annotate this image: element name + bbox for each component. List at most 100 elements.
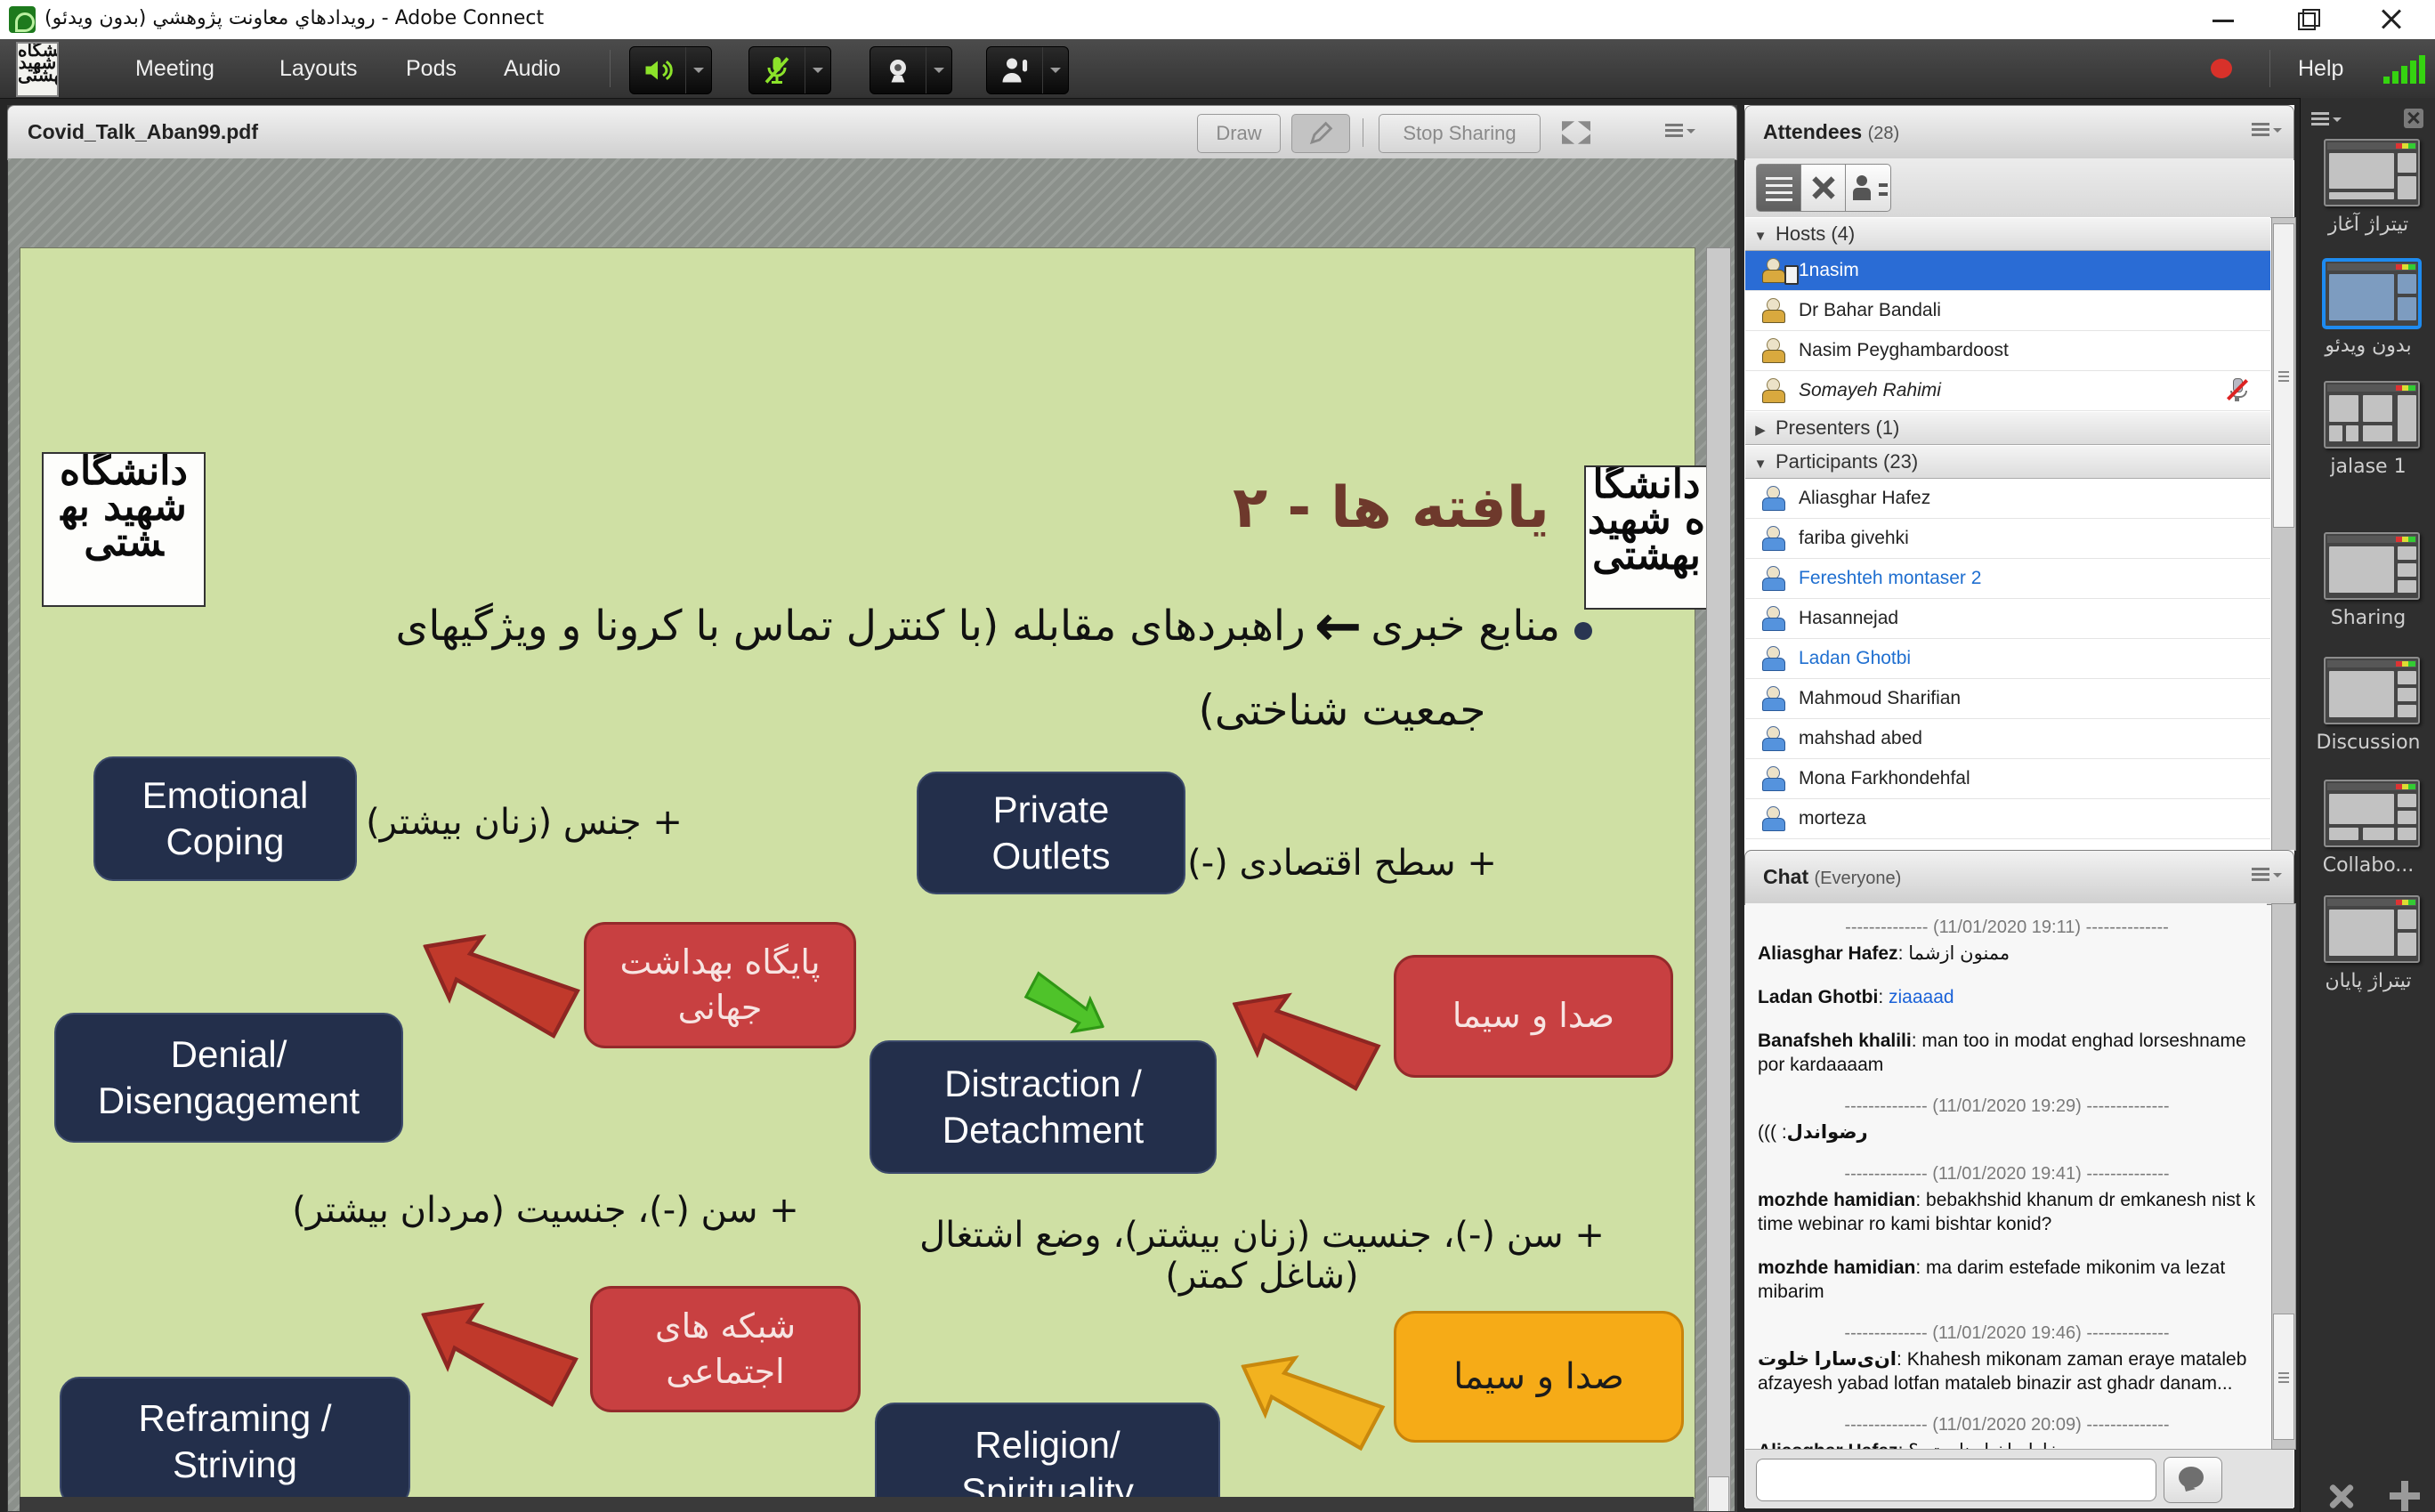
attendee-name: Hasannejad — [1799, 608, 1899, 628]
thumbnail-traffic-dots — [2396, 661, 2415, 667]
section-label: Participants (23) — [1776, 450, 1919, 473]
attendee-row[interactable]: fariba givehki — [1745, 519, 2270, 559]
thumbnail-box — [2398, 297, 2416, 320]
layout-thumbnail[interactable] — [2324, 780, 2420, 847]
attendee-row[interactable]: Fereshteh montaser 2 — [1745, 559, 2270, 599]
attendee-name: 1nasim — [1799, 260, 1859, 280]
section-collapse-icon: ▼ — [1753, 457, 1768, 472]
chat-input[interactable] — [1756, 1459, 2156, 1501]
raise-hand-icon[interactable] — [987, 47, 1042, 93]
thumbnail-box — [2362, 395, 2392, 422]
chat-pod-menu-icon[interactable] — [2252, 866, 2282, 887]
thumbnail-box — [2398, 688, 2416, 701]
share-scrollbar[interactable] — [1706, 247, 1731, 1511]
add-layout-icon[interactable] — [2387, 1477, 2423, 1512]
speaker-dropdown[interactable] — [685, 47, 711, 93]
thumbnail-box — [2329, 425, 2342, 441]
connection-signal-icon[interactable] — [2383, 55, 2428, 84]
attendee-row[interactable]: morteza — [1745, 799, 2270, 839]
thumbnail-box — [2398, 546, 2416, 560]
close-button[interactable] — [2367, 5, 2414, 34]
thumbnail-traffic-dots — [2396, 900, 2415, 905]
attendee-name: Aliasghar Hafez — [1799, 488, 1931, 508]
menu-help[interactable]: Help — [2289, 39, 2352, 98]
fullscreen-icon[interactable] — [1558, 118, 1594, 147]
attendees-pod-menu-icon[interactable] — [2252, 121, 2282, 142]
raise-hand-button[interactable] — [986, 46, 1069, 94]
attendee-section-header[interactable]: ▼ Participants (23) — [1745, 445, 2270, 479]
chat-scrollbar[interactable] — [2271, 903, 2296, 1450]
status-view-button[interactable] — [1845, 164, 1891, 212]
attendee-row[interactable]: mahshad abed — [1745, 719, 2270, 759]
chat-message: ((( :رضواندل — [1758, 1122, 1868, 1143]
raise-hand-dropdown[interactable] — [1042, 47, 1068, 93]
chat-scrollbar-thumb[interactable] — [2273, 1314, 2294, 1440]
chat-scope: (Everyone) — [1814, 869, 1902, 888]
box-seda-sima-red: صدا و سیما — [1394, 955, 1673, 1078]
attendee-name: Dr Bahar Bandali — [1799, 300, 1941, 320]
chat-message: ان‌ی‌سارا خلوت: Khahesh mikonam zaman er… — [1758, 1349, 2247, 1394]
share-pod-body: دانشگاه شهید بهشتی دانشگاه شهید بهشتی یا… — [8, 158, 1735, 1511]
pen-tool-button[interactable] — [1291, 114, 1350, 153]
menu-pods[interactable]: Pods — [393, 39, 469, 98]
microphone-muted-button[interactable] — [748, 46, 831, 94]
webcam-icon[interactable] — [870, 47, 926, 93]
recording-indicator[interactable] — [2211, 59, 2232, 78]
section-collapse-icon: ▼ — [1753, 229, 1768, 244]
breakout-view-button[interactable] — [1800, 164, 1847, 212]
layouts-menu-icon[interactable] — [2311, 110, 2342, 132]
layout-thumbnail[interactable] — [2324, 139, 2420, 206]
webcam-dropdown[interactable] — [926, 47, 951, 93]
layouts-sidebar: تیتراژ آغاز بدون ویدئو jalase 1 Sharing Disc… — [2300, 98, 2435, 1512]
attendee-row[interactable]: Dr Bahar Bandali — [1745, 291, 2270, 331]
stop-sharing-button[interactable]: Stop Sharing — [1379, 114, 1541, 153]
box-social-networks: شبکه های اجتماعی — [590, 1286, 861, 1412]
layout-thumbnail[interactable] — [2324, 260, 2420, 327]
attendee-section-header[interactable]: ▶ Presenters (1) — [1745, 411, 2270, 445]
attendee-row[interactable]: Mona Farkhondehfal — [1745, 759, 2270, 799]
thumbnail-traffic-dots — [2396, 264, 2415, 270]
thumbnail-box — [2329, 274, 2394, 320]
layout-label: Sharing — [2330, 607, 2407, 629]
layout-thumbnail[interactable] — [2324, 657, 2420, 724]
restore-button[interactable] — [2284, 5, 2330, 34]
attendee-row[interactable]: Hasannejad — [1745, 599, 2270, 639]
thumbnail-box — [2398, 580, 2416, 593]
layout-thumbnail[interactable] — [2324, 381, 2420, 449]
layout-thumbnail[interactable] — [2324, 532, 2420, 600]
attendee-row[interactable]: Nasim Peyghambardoost — [1745, 331, 2270, 371]
attendee-section-header[interactable]: ▼ Hosts (4) — [1745, 217, 2270, 251]
thumbnail-box — [2329, 153, 2394, 189]
menu-layouts[interactable]: Layouts — [267, 39, 370, 98]
draw-button[interactable]: Draw — [1197, 114, 1281, 153]
menu-meeting[interactable]: Meeting — [123, 39, 227, 98]
menu-bar: دانشگاه شهید بهشتی Meeting Layouts Pods … — [0, 39, 2435, 99]
attendee-list-view-button[interactable] — [1756, 164, 1802, 212]
webcam-button[interactable] — [870, 46, 952, 94]
box-distraction-detachment: Distraction / Detachment — [870, 1040, 1217, 1174]
share-scrollbar-thumb[interactable] — [1708, 1476, 1729, 1511]
menu-audio[interactable]: Audio — [491, 39, 573, 98]
attendees-scrollbar-thumb[interactable] — [2273, 223, 2294, 528]
close-sidebar-icon[interactable] — [2404, 109, 2423, 128]
attendee-row[interactable]: Ladan Ghotbi — [1745, 639, 2270, 679]
attendee-row[interactable]: Aliasghar Hafez — [1745, 479, 2270, 519]
microphone-dropdown[interactable] — [805, 47, 830, 93]
window-titlebar: رويدادهاي معاونت پژوهشي (بدون ويدئو) - A… — [0, 0, 2435, 40]
attendee-row[interactable]: Mahmoud Sharifian — [1745, 679, 2270, 719]
layout-label: Discussion — [2316, 732, 2421, 754]
window-title: رويدادهاي معاونت پژوهشي (بدون ويدئو) - A… — [44, 7, 545, 29]
thumbnail-traffic-dots — [2396, 143, 2415, 149]
minimize-button[interactable] — [2200, 5, 2246, 34]
attendee-row[interactable]: Somayeh Rahimi — [1745, 371, 2270, 411]
speaker-icon[interactable] — [630, 47, 685, 93]
speaker-button[interactable] — [629, 46, 712, 94]
microphone-muted-icon[interactable] — [749, 47, 805, 93]
chat-send-button[interactable] — [2164, 1457, 2222, 1503]
layout-tools-icon[interactable] — [2323, 1479, 2358, 1512]
attendees-scrollbar[interactable] — [2271, 217, 2296, 851]
participant-icon — [1760, 526, 1786, 551]
layout-thumbnail[interactable] — [2324, 895, 2420, 963]
attendee-row[interactable]: 1nasim — [1745, 251, 2270, 291]
share-pod-menu-icon[interactable] — [1665, 122, 1695, 143]
